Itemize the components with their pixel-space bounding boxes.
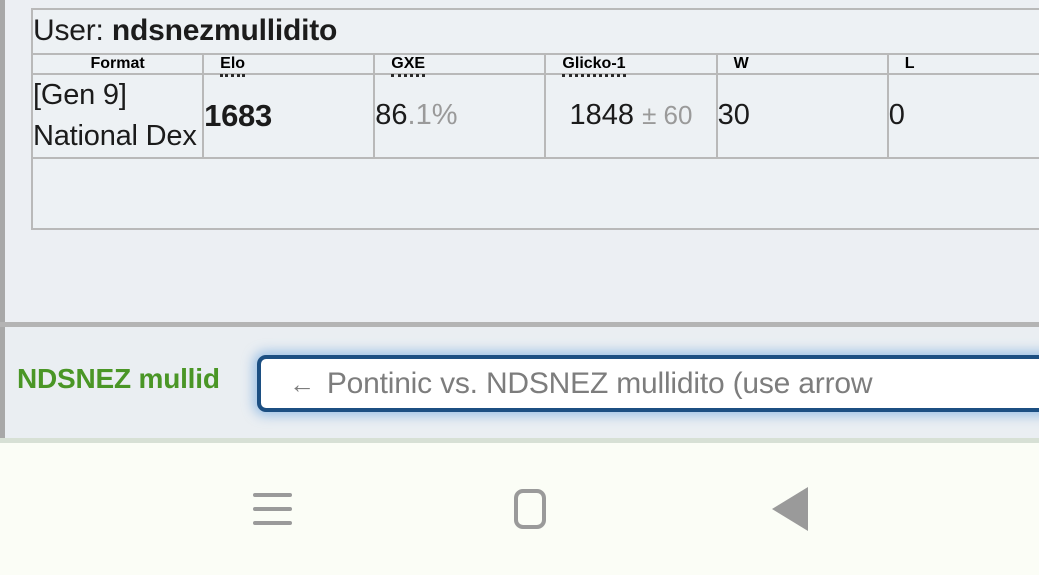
column-header-gxe[interactable]: GXE <box>373 52 547 77</box>
cell-gxe-whole: 86 <box>375 99 408 132</box>
cell-glicko-value: 1848 <box>569 99 634 132</box>
column-header-elo[interactable]: Elo <box>202 52 376 77</box>
recents-button[interactable] <box>182 443 362 575</box>
back-button[interactable] <box>700 443 880 575</box>
column-header-losses: L <box>886 52 1039 75</box>
cell-wins: 30 <box>715 72 889 159</box>
screen: User: ndsnezmullidito Format Elo GXE Gli… <box>0 0 1039 575</box>
column-header-gxe-label: GXE <box>391 54 426 77</box>
table-row: [Gen 9] National Dex 1683 86.1% 1848 ± 6… <box>30 72 1039 159</box>
table-header-row: Format Elo GXE Glicko-1 W L <box>30 52 1039 77</box>
user-header-row: User: ndsnezmullidito <box>31 8 1039 55</box>
ratings-table: User: ndsnezmullidito Format Elo GXE Gli… <box>30 8 1039 230</box>
column-header-wins: W <box>715 52 889 75</box>
back-triangle-icon <box>742 487 808 531</box>
column-header-losses-label: L <box>904 54 915 72</box>
cell-format: [Gen 9] National Dex <box>30 72 205 159</box>
reset-row: Reset W/L <box>31 156 1039 230</box>
cell-glicko: 1848 ± 60 <box>544 72 718 159</box>
chat-input[interactable]: ← Pontinic vs. NDSNEZ mullidito (use arro… <box>257 355 1039 412</box>
hamburger-icon <box>252 483 292 535</box>
column-header-glicko-label: Glicko-1 <box>562 54 626 77</box>
chat-input-text: ← Pontinic vs. NDSNEZ mullidito (use arro… <box>289 366 873 401</box>
column-header-wins-label: W <box>733 54 749 72</box>
cell-losses: 0 <box>886 72 1039 159</box>
cell-gxe-fraction: .1% <box>407 99 458 132</box>
cell-elo: 1683 <box>202 72 376 159</box>
user-label: User: <box>33 14 104 47</box>
ratings-panel: User: ndsnezmullidito Format Elo GXE Gli… <box>5 0 1039 322</box>
home-button[interactable] <box>440 443 620 575</box>
column-header-elo-label: Elo <box>220 54 246 77</box>
column-header-glicko[interactable]: Glicko-1 <box>544 52 718 77</box>
android-nav-bar <box>0 443 1039 575</box>
column-header-format: Format <box>30 52 205 75</box>
chat-username[interactable]: NDSNEZ mullid <box>17 363 220 395</box>
column-header-format-label: Format <box>90 54 145 72</box>
left-arrow-icon: ← <box>289 368 315 399</box>
cell-gxe: 86.1% <box>373 72 547 159</box>
username-value: ndsnezmullidito <box>111 14 338 47</box>
user-header-cell: User: ndsnezmullidito <box>31 8 1039 55</box>
reset-cell: Reset W/L <box>31 156 1039 230</box>
home-square-icon <box>514 489 546 529</box>
cell-glicko-deviation: ± 60 <box>642 100 693 131</box>
chat-input-value: Pontinic vs. NDSNEZ mullidito (use arrow <box>326 366 873 400</box>
